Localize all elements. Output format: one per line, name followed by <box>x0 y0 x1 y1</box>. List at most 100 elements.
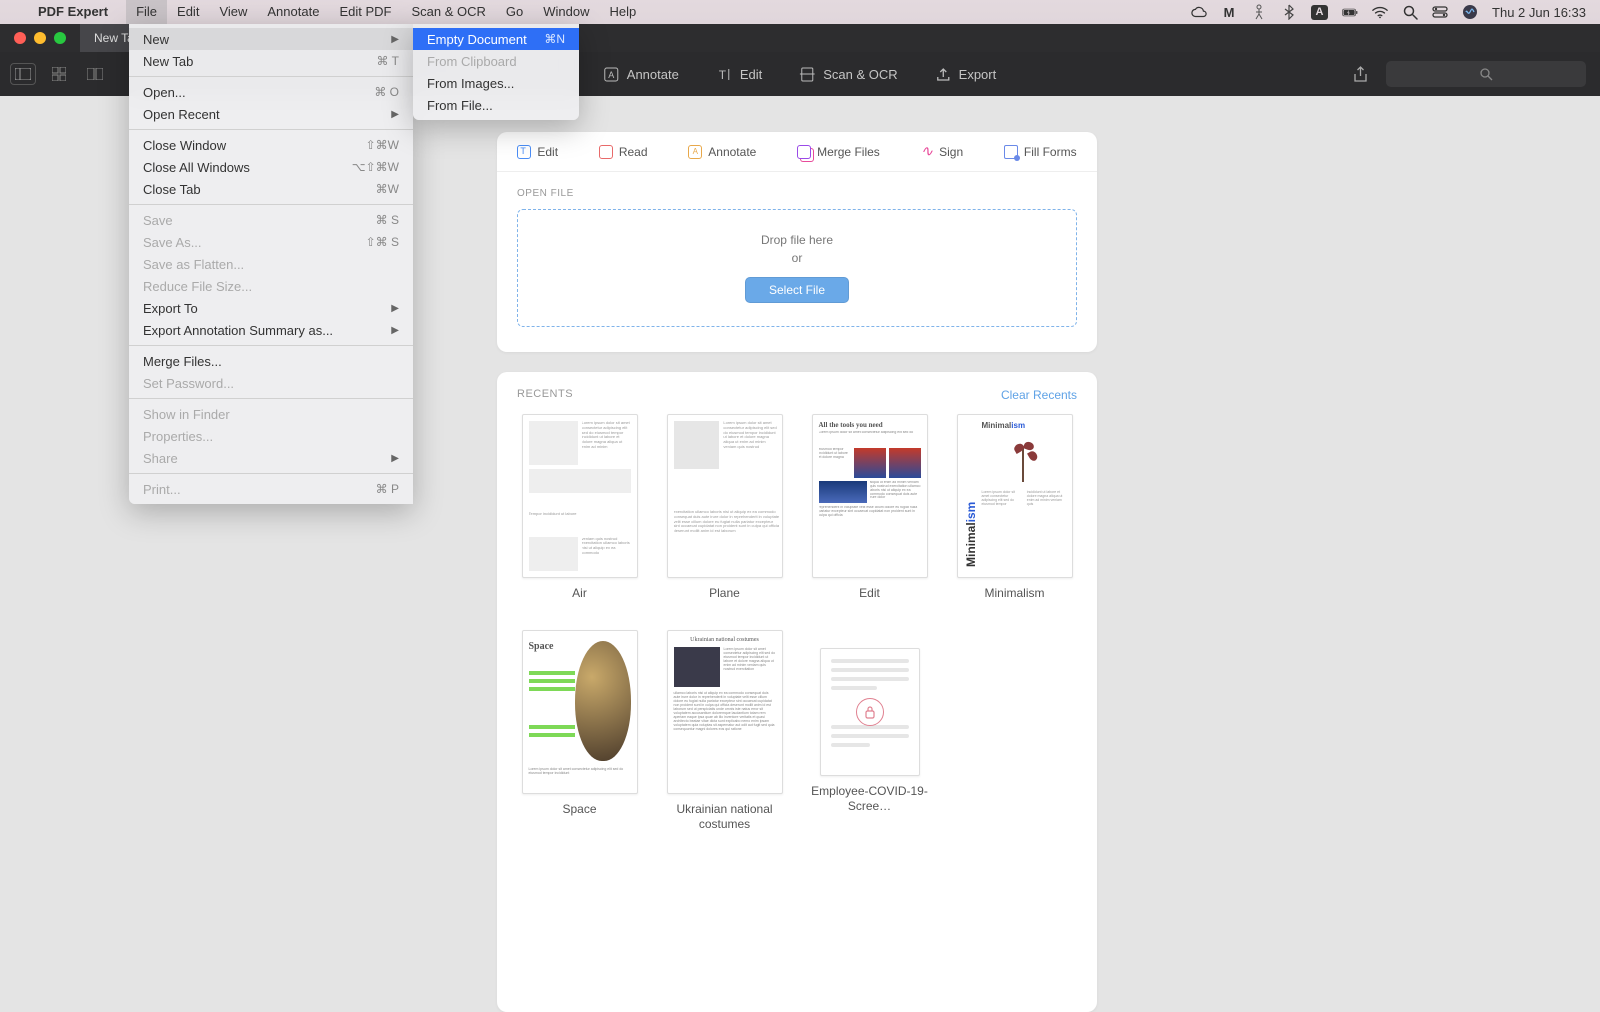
menu-item-label: Print... <box>143 482 181 497</box>
file-menu-item[interactable]: New Tab⌘ T <box>129 50 413 72</box>
quick-action-label: Annotate <box>708 145 756 159</box>
chevron-right-icon: ▶ <box>391 325 399 336</box>
drop-zone[interactable]: Drop file here or Select File <box>517 209 1077 327</box>
status-icon-figure[interactable] <box>1251 4 1267 20</box>
zoom-window-button[interactable] <box>54 32 66 44</box>
recent-doc-minimalism[interactable]: Minimalism Minimalism Lorem ipsum dolor … <box>952 414 1077 602</box>
select-file-button[interactable]: Select File <box>745 277 849 303</box>
doc-thumbnail: Space Lorem ipsum dolor sit amet consect… <box>522 630 638 794</box>
doc-thumbnail: Lorem ipsum dolor sit amet consectetur a… <box>522 414 638 578</box>
menubar-clock[interactable]: Thu 2 Jun 16:33 <box>1492 5 1586 20</box>
toolbar-annotate[interactable]: AAnnotate <box>604 67 679 82</box>
battery-icon[interactable] <box>1342 4 1358 20</box>
search-field[interactable] <box>1386 61 1586 87</box>
menu-view[interactable]: View <box>209 0 257 24</box>
quick-action-read[interactable]: Read <box>599 145 648 159</box>
file-menu-item: Save As...⇧⌘ S <box>129 231 413 253</box>
menu-shortcut: ⌥⇧⌘W <box>352 160 399 174</box>
doc-name: Air <box>572 586 587 602</box>
doc-name: Plane <box>709 586 740 602</box>
menu-edit-pdf[interactable]: Edit PDF <box>329 0 401 24</box>
toolbar-export[interactable]: Export <box>936 67 997 82</box>
recent-doc-locked[interactable]: Employee-COVID-19-Scree… <box>807 630 932 833</box>
doc-thumbnail: All the tools you need Lorem ipsum dolor… <box>812 414 928 578</box>
file-menu-item[interactable]: Open...⌘ O <box>129 81 413 103</box>
menu-item-label: Export Annotation Summary as... <box>143 323 333 338</box>
file-menu-item[interactable]: Close All Windows⌥⇧⌘W <box>129 156 413 178</box>
toolbar-label: Scan & OCR <box>823 67 897 82</box>
toolbar-label: Export <box>959 67 997 82</box>
file-menu-item[interactable]: Export Annotation Summary as... ▶ <box>129 319 413 341</box>
recent-doc-space[interactable]: Space Lorem ipsum dolor sit amet consect… <box>517 630 642 833</box>
file-menu-item: Reduce File Size... <box>129 275 413 297</box>
open-file-card: TEdit Read AAnnotate Merge Files ∿Sign F… <box>497 132 1097 352</box>
recent-doc-ukrainian[interactable]: Ukrainian national costumes Lorem ipsum … <box>662 630 787 833</box>
menu-edit[interactable]: Edit <box>167 0 209 24</box>
doc-thumbnail: Minimalism Minimalism Lorem ipsum dolor … <box>957 414 1073 578</box>
new-submenu-item[interactable]: Empty Document⌘N <box>413 28 579 50</box>
file-menu-item[interactable]: Close Tab ⌘W <box>129 178 413 200</box>
doc-thumbnail: Ukrainian national costumes Lorem ipsum … <box>667 630 783 794</box>
file-menu-item[interactable]: Export To▶ <box>129 297 413 319</box>
menu-item-label: Export To <box>143 301 198 316</box>
chevron-right-icon: ▶ <box>391 109 399 120</box>
menu-item-label: Save <box>143 213 173 228</box>
file-menu-item[interactable]: New▶ <box>129 28 413 50</box>
keyboard-input-icon[interactable]: A <box>1311 5 1328 20</box>
thumbnails-view-button[interactable] <box>46 63 72 85</box>
toolbar-scan-ocr[interactable]: Scan & OCR <box>800 67 897 82</box>
toolbar-edit[interactable]: TEdit <box>717 67 762 82</box>
menu-go[interactable]: Go <box>496 0 533 24</box>
status-icon-m[interactable]: M <box>1221 4 1237 20</box>
menu-window[interactable]: Window <box>533 0 599 24</box>
siri-icon[interactable] <box>1462 4 1478 20</box>
recent-doc-air[interactable]: Lorem ipsum dolor sit amet consectetur a… <box>517 414 642 602</box>
file-menu-item: Print...⌘ P <box>129 478 413 500</box>
menu-shortcut: ⌘W <box>376 182 399 196</box>
quick-action-edit[interactable]: TEdit <box>517 145 558 159</box>
menu-file[interactable]: File <box>126 0 167 24</box>
file-menu-item[interactable]: Open Recent ▶ <box>129 103 413 125</box>
file-menu-item: Share▶ <box>129 447 413 469</box>
app-menu[interactable]: PDF Expert <box>28 0 118 24</box>
open-file-label: OPEN FILE <box>517 188 1077 199</box>
control-center-icon[interactable] <box>1432 4 1448 20</box>
clear-recents-button[interactable]: Clear Recents <box>1001 388 1077 402</box>
menu-shortcut: ⌘N <box>544 32 565 46</box>
recent-doc-plane[interactable]: Lorem ipsum dolor sit amet consectetur a… <box>662 414 787 602</box>
new-submenu-item[interactable]: From File... <box>413 94 579 116</box>
menu-shortcut: ⌘ T <box>377 54 399 68</box>
menu-scan-ocr[interactable]: Scan & OCR <box>401 0 495 24</box>
edit-text-icon: T <box>717 67 732 82</box>
doc-name: Edit <box>859 586 880 602</box>
recents-card: RECENTS Clear Recents Lorem ipsum dolor … <box>497 372 1097 1012</box>
menu-help[interactable]: Help <box>599 0 646 24</box>
split-view-button[interactable] <box>82 63 108 85</box>
sidebar-toggle-button[interactable] <box>10 63 36 85</box>
new-submenu-item[interactable]: From Images... <box>413 72 579 94</box>
close-window-button[interactable] <box>14 32 26 44</box>
quick-action-label: Read <box>619 145 648 159</box>
menu-annotate[interactable]: Annotate <box>257 0 329 24</box>
quick-action-annotate[interactable]: AAnnotate <box>688 145 756 159</box>
quick-action-merge[interactable]: Merge Files <box>797 145 880 159</box>
file-menu-item[interactable]: Close Window⇧⌘W <box>129 134 413 156</box>
minimize-window-button[interactable] <box>34 32 46 44</box>
drop-hint: Drop file here <box>761 233 833 247</box>
share-button[interactable] <box>1348 62 1372 86</box>
doc-thumbnail <box>820 648 920 776</box>
chevron-right-icon: ▶ <box>391 34 399 45</box>
spotlight-icon[interactable] <box>1402 4 1418 20</box>
file-menu-item[interactable]: Merge Files... <box>129 350 413 372</box>
svg-text:T: T <box>719 68 727 82</box>
bluetooth-icon[interactable] <box>1281 4 1297 20</box>
recent-doc-edit[interactable]: All the tools you need Lorem ipsum dolor… <box>807 414 932 602</box>
quick-action-fill-forms[interactable]: Fill Forms <box>1004 145 1077 159</box>
quick-action-sign[interactable]: ∿Sign <box>921 142 964 161</box>
menu-item-label: Close Window <box>143 138 226 153</box>
menu-item-label: Close Tab <box>143 182 201 197</box>
drop-or: or <box>792 251 803 265</box>
menu-item-label: Open Recent <box>143 107 220 122</box>
creative-cloud-icon[interactable] <box>1191 4 1207 20</box>
wifi-icon[interactable] <box>1372 4 1388 20</box>
